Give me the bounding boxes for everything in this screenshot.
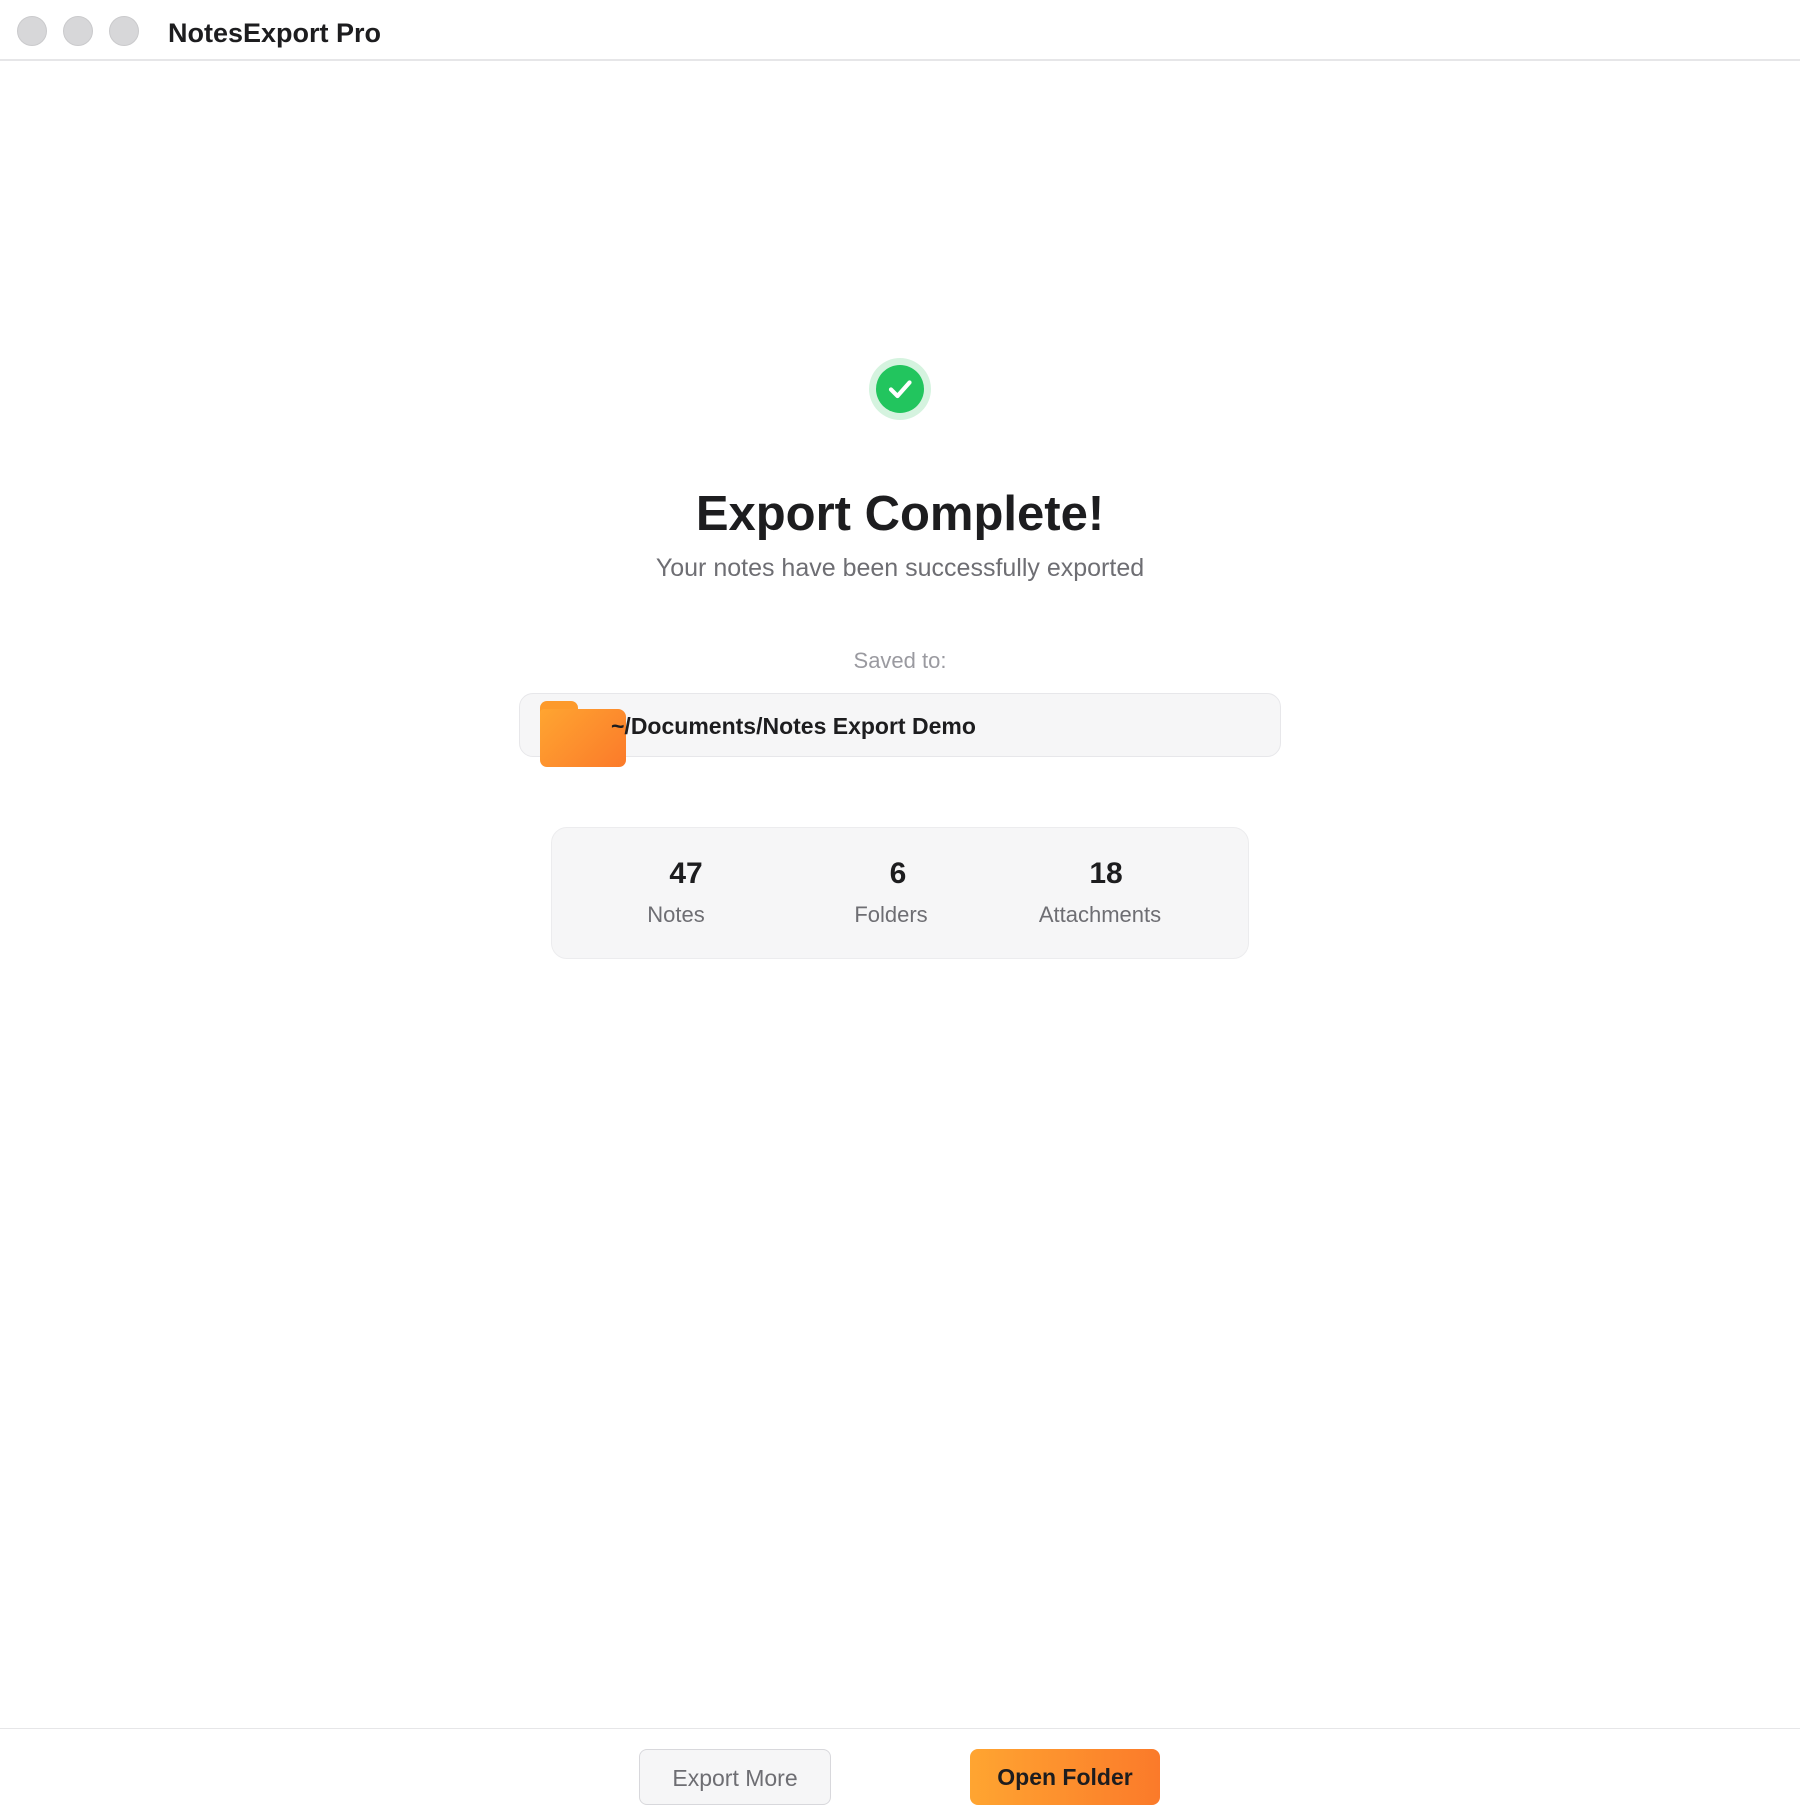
check-circle-icon [869,358,931,420]
stat-notes-label: Notes [647,902,705,927]
open-folder-button[interactable]: Open Folder [970,1749,1160,1805]
export-stats-card [551,827,1249,959]
page-subtitle: Your notes have been successfully export… [655,554,1145,582]
page-title: Export Complete! [695,487,1105,541]
export-path-text: ~/Documents/Notes Export Demo [611,713,976,739]
action-bar [0,1728,1800,1820]
title-bar: NotesExport Pro [0,0,1800,61]
app-title: NotesExport Pro [168,18,382,48]
stat-folders-label: Folders [854,902,928,927]
stat-attachments-count: 18 [1089,857,1123,890]
minimize-window-button[interactable] [63,16,93,46]
stat-attachments-label: Attachments [1038,902,1162,927]
stat-notes-count: 47 [669,857,703,890]
zoom-window-button[interactable] [109,16,139,46]
close-window-button[interactable] [17,16,47,46]
app-window: NotesExport Pro Export Complete! Your no… [0,0,1800,1820]
saved-to-label: Saved to: [853,648,947,673]
stat-folders-count: 6 [889,857,907,890]
export-more-button[interactable]: Export More [639,1749,831,1805]
